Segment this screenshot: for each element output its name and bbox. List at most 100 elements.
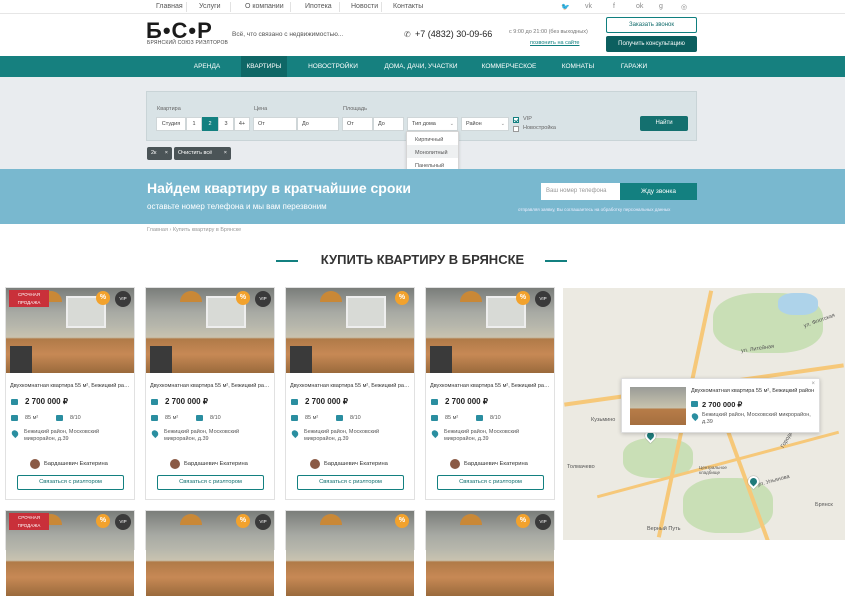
percent-badge: %	[395, 291, 409, 305]
area-to-input[interactable]: До	[373, 117, 404, 131]
price-from-input[interactable]: От	[253, 117, 297, 131]
listing-card[interactable]: % VIP Двухкомнатная квартира 55 м², Бежи…	[145, 287, 275, 500]
map-popup[interactable]: Двухкомнатная квартира 55 м², Бежицкий р…	[621, 378, 820, 433]
logo-subtitle: БРЯНСКИЙ СОЮЗ РИЭЛТОРОВ	[147, 40, 229, 46]
location-pin-icon	[690, 411, 700, 422]
house-type-option-monolith[interactable]: Монолитный	[415, 150, 448, 156]
listing-card[interactable]: % VIP	[425, 510, 555, 596]
area-icon	[291, 415, 298, 421]
vip-badge: VIP	[535, 514, 551, 530]
wallet-icon	[291, 399, 298, 405]
title-line-right	[545, 260, 567, 262]
toplink-services[interactable]: Услуги	[199, 3, 221, 10]
twitter-icon[interactable]: 🐦	[561, 3, 570, 11]
odnoklassniki-icon[interactable]: ok	[636, 3, 643, 10]
listing-title[interactable]: Двухкомнатная квартира 55 м², Бежицкий р…	[430, 383, 552, 389]
contact-realtor-button[interactable]: Связаться с риэлтором	[297, 475, 404, 490]
rooms-4plus[interactable]: 4+	[234, 117, 250, 131]
listing-address: Бежицкий район, Московский микрорайон, д…	[304, 429, 380, 442]
area-from-input[interactable]: От	[342, 117, 373, 131]
nav-houses[interactable]: Дома, дачи, участки	[378, 56, 464, 77]
chevron-down-icon: ⌄	[500, 121, 505, 127]
house-type-select[interactable]: Тип дома ⌄	[407, 117, 458, 131]
nav-newbuilds[interactable]: Новостройки	[301, 56, 365, 77]
nav-commercial[interactable]: Коммерческое	[477, 56, 541, 77]
agent-avatar	[170, 459, 180, 469]
percent-badge: %	[96, 291, 110, 305]
banner-callback-button[interactable]: Жду звонка	[620, 183, 697, 200]
percent-badge: %	[516, 291, 530, 305]
instagram-icon[interactable]: ◎	[681, 3, 687, 11]
agent-name: Бардашевич Екатерина	[184, 461, 248, 467]
floor-icon	[336, 415, 343, 421]
filter-chip-rooms[interactable]: 2к ×	[147, 147, 172, 160]
google-plus-icon[interactable]: g	[659, 3, 663, 10]
nav-apartments[interactable]: Квартиры	[241, 56, 287, 77]
agent-avatar	[450, 459, 460, 469]
contact-realtor-button[interactable]: Связаться с риэлтором	[17, 475, 124, 490]
contact-realtor-button[interactable]: Связаться с риэлтором	[157, 475, 264, 490]
listing-title[interactable]: Двухкомнатная квартира 55 м², Бежицкий р…	[290, 383, 412, 389]
rooms-1[interactable]: 1	[186, 117, 202, 131]
callback-banner	[0, 169, 845, 224]
vip-badge: VIP	[115, 514, 131, 530]
popup-title[interactable]: Двухкомнатная квартира 55 м², Бежицкий р…	[691, 388, 815, 394]
breadcrumb[interactable]: Главная › Купить квартиру в Брянске	[147, 227, 241, 233]
header-phone[interactable]: +7 (4832) 30-09-66	[415, 29, 492, 39]
popup-photo[interactable]	[630, 387, 686, 425]
listing-card[interactable]: % VIP Двухкомнатная квартира 55 м², Бежи…	[425, 287, 555, 500]
percent-badge: %	[516, 514, 530, 528]
listing-card[interactable]: % Двухкомнатная квартира 55 м², Бежицкий…	[285, 287, 415, 500]
banner-consent-note: отправляя заявку, Вы соглашаетесь на обр…	[518, 207, 671, 212]
close-icon[interactable]: ×	[811, 381, 815, 387]
price-to-input[interactable]: До	[297, 117, 339, 131]
close-icon[interactable]: ×	[224, 147, 227, 160]
map-label: Толмачево	[567, 464, 595, 470]
order-call-button[interactable]: Заказать звонок	[606, 17, 697, 33]
banner-phone-input[interactable]: Ваш номер телефона	[541, 183, 620, 200]
toplink-mortgage[interactable]: Ипотека	[305, 3, 332, 10]
banner-subtitle: оставьте номер телефона и мы вам перезво…	[147, 202, 327, 211]
vk-icon[interactable]: vk	[585, 3, 592, 10]
listing-area: 85 м²	[305, 415, 319, 421]
nav-rooms[interactable]: Комнаты	[556, 56, 600, 77]
nav-garages[interactable]: Гаражи	[612, 56, 656, 77]
toplink-about[interactable]: О компании	[245, 3, 284, 10]
percent-badge: %	[96, 514, 110, 528]
house-type-option-brick[interactable]: Кирпичный	[415, 137, 443, 143]
newbuild-checkbox[interactable]	[513, 126, 519, 132]
toplink-news[interactable]: Новости	[351, 3, 378, 10]
contact-realtor-button[interactable]: Связаться с риэлтором	[437, 475, 544, 490]
listing-area: 85 м²	[445, 415, 459, 421]
listing-card[interactable]: % VIP	[145, 510, 275, 596]
listing-title[interactable]: Двухкомнатная квартира 55 м², Бежицкий р…	[10, 383, 132, 389]
filter-chip-clear[interactable]: Очистить всё ×	[174, 147, 231, 160]
close-icon[interactable]: ×	[165, 147, 168, 160]
percent-badge: %	[236, 291, 250, 305]
facebook-icon[interactable]: f	[613, 3, 615, 10]
toplink-home[interactable]: Главная	[156, 3, 183, 10]
listing-card[interactable]: СРОЧНАЯ ПРОДАЖА % VIP Двухкомнатная квар…	[5, 287, 135, 500]
rooms-2[interactable]: 2	[202, 117, 218, 131]
popup-price: 2 700 000 ₽	[702, 400, 743, 409]
district-select[interactable]: Район ⌄	[461, 117, 509, 131]
listing-card[interactable]: СРОЧНАЯ ПРОДАЖА % VIP	[5, 510, 135, 596]
nav-rent[interactable]: Аренда	[184, 56, 230, 77]
area-icon	[431, 415, 438, 421]
rooms-studio[interactable]: Студия	[156, 117, 186, 131]
percent-badge: %	[395, 514, 409, 528]
house-type-value: Тип дома	[412, 121, 436, 127]
wallet-icon	[691, 401, 698, 407]
listing-title[interactable]: Двухкомнатная квартира 55 м², Бежицкий р…	[150, 383, 272, 389]
find-button[interactable]: Найти	[640, 116, 688, 131]
vip-checkbox[interactable]	[513, 117, 519, 123]
get-consultation-button[interactable]: Получить консультацию	[606, 36, 697, 52]
listing-card[interactable]: %	[285, 510, 415, 596]
tagline: Всё, что связано с недвижимостью...	[232, 31, 344, 38]
chip-clear-label: Очистить всё	[178, 150, 213, 156]
newbuild-label: Новостройка	[523, 125, 556, 131]
call-from-site-link[interactable]: позвонить на сайте	[530, 40, 579, 46]
rooms-label: Квартира	[157, 106, 181, 112]
toplink-contacts[interactable]: Контакты	[393, 3, 423, 10]
rooms-3[interactable]: 3	[218, 117, 234, 131]
